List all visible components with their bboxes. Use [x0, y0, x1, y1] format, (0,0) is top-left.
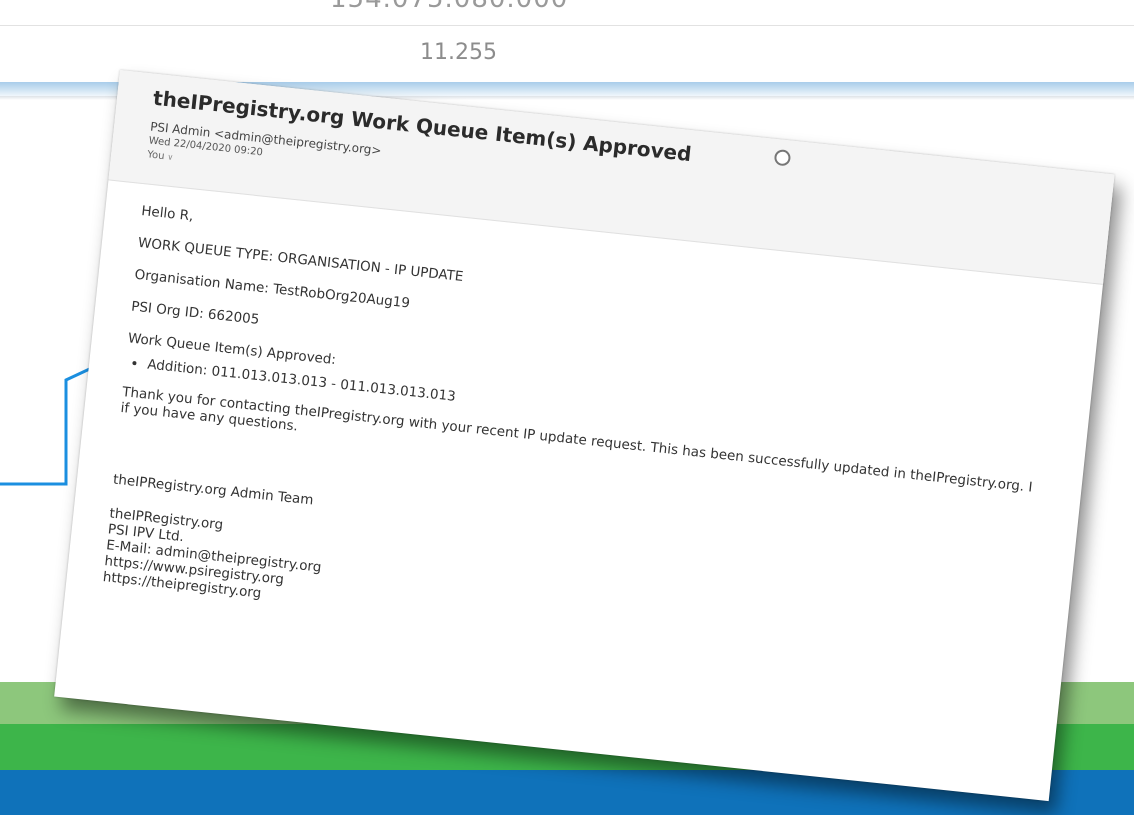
- background-ip-text: 154.075.080.000: [330, 0, 568, 14]
- email-recipient-label: You: [146, 149, 166, 163]
- email-screenshot: theIPregistry.org Work Queue Item(s) App…: [54, 70, 1115, 802]
- background-ip-text-2: 11.255: [420, 40, 497, 65]
- email-recipient[interactable]: You ∨: [147, 149, 174, 163]
- background-top-row: 154.075.080.000: [0, 0, 1134, 26]
- email-body: Hello R, WORK QUEUE TYPE: ORGANISATION -…: [102, 203, 1081, 684]
- email-signature: theIPRegistry.org Admin Team theIPRegist…: [102, 472, 1053, 684]
- background-second-row: [0, 26, 1134, 82]
- chevron-down-icon[interactable]: ∨: [167, 152, 174, 162]
- radio-circle-icon[interactable]: [773, 148, 792, 167]
